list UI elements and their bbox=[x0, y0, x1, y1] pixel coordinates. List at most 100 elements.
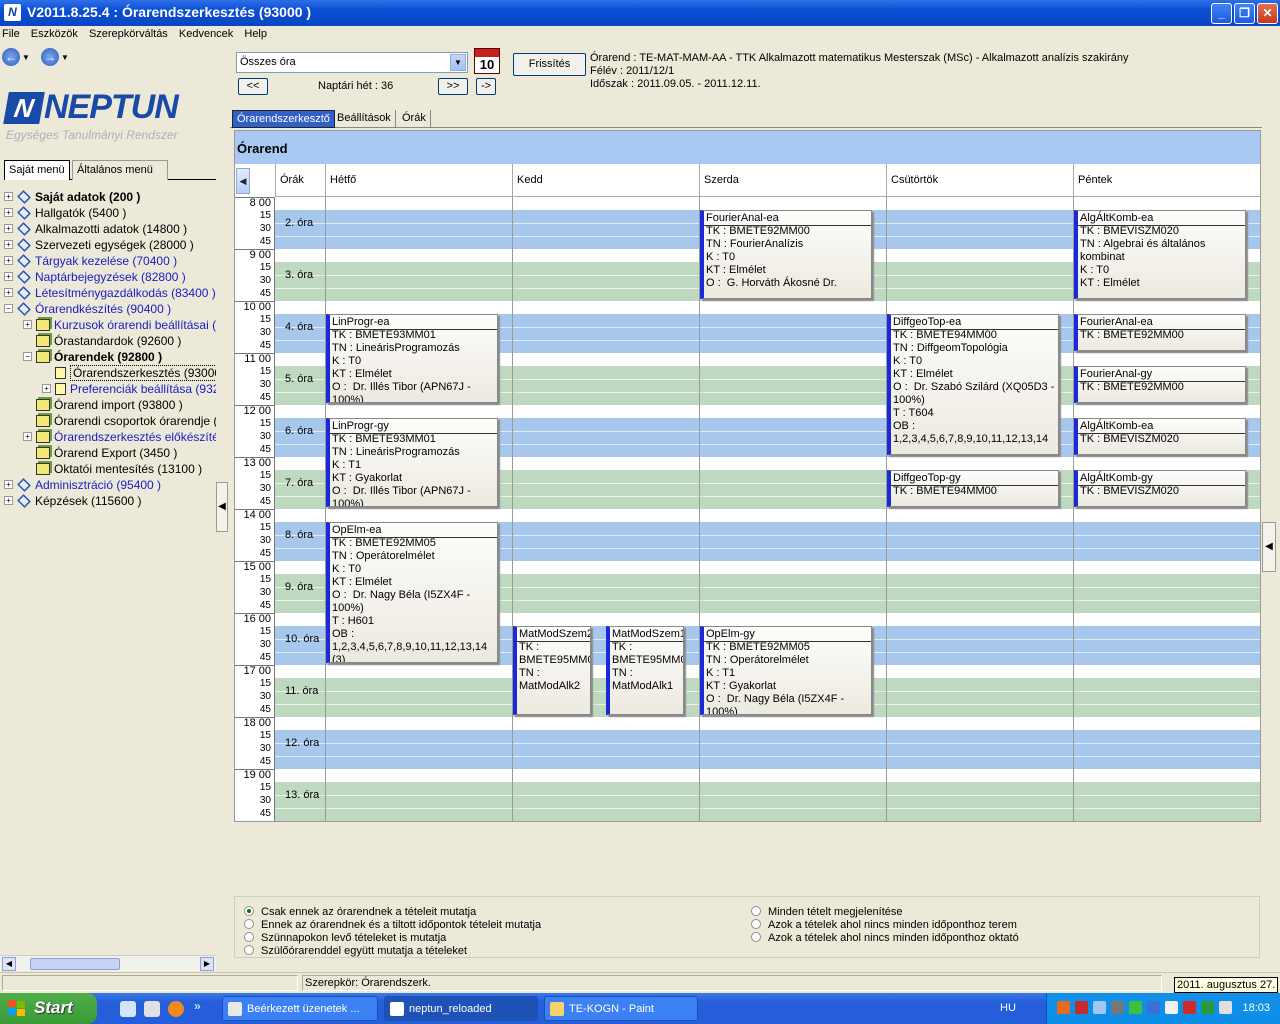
tab-sajat-menu[interactable]: Saját menü bbox=[4, 160, 70, 180]
timetable-event[interactable]: DiffgeoTop-ea TK : BMETE94MM00 TN : Diffge… bbox=[887, 314, 1059, 455]
timetable-event[interactable]: FourierAnal-ea TK : BMETE92MM00 bbox=[1074, 314, 1246, 351]
tree-item[interactable]: Órastandardok (92600 ) bbox=[23, 332, 181, 348]
back-arrow-icon[interactable]: ← bbox=[2, 48, 20, 66]
expand-icon[interactable]: + bbox=[4, 256, 13, 266]
tray-printer-icon[interactable] bbox=[1219, 1001, 1232, 1014]
timetable-event[interactable]: OpElm-gy TK : BMETE92MM05 TN : Operátorelm… bbox=[700, 626, 872, 715]
period-band[interactable] bbox=[275, 730, 1260, 769]
menu-szerepkorvaltas[interactable]: Szerepkörváltás bbox=[87, 26, 170, 40]
collapse-icon[interactable]: − bbox=[4, 304, 13, 314]
scroll-left-icon[interactable]: ◀ bbox=[2, 957, 16, 971]
tree-item[interactable]: + Adminisztráció (95400 ) bbox=[4, 476, 161, 492]
radio-option[interactable]: Csak ennek az órarendnek a tételeit muta… bbox=[244, 906, 476, 918]
firefox-icon[interactable] bbox=[168, 1001, 184, 1017]
menu-file[interactable]: File bbox=[0, 26, 22, 40]
back-dropdown-icon[interactable]: ▼ bbox=[22, 53, 30, 62]
expand-icon[interactable]: + bbox=[4, 192, 13, 202]
timetable-event[interactable]: LinProgr-ea TK : BMETE93MM01 TN : Lineáris… bbox=[326, 314, 498, 403]
task-beerkezett[interactable]: Beérkezett üzenetek ... bbox=[222, 996, 378, 1021]
expand-icon[interactable]: + bbox=[4, 240, 13, 250]
expand-icon[interactable]: + bbox=[4, 496, 13, 506]
next-week-button[interactable]: >> bbox=[438, 78, 468, 95]
title-bar[interactable]: N V2011.8.25.4 : Órarendszerkesztés (930… bbox=[0, 0, 1280, 26]
radio-option[interactable]: Azok a tételek ahol nincs minden időpont… bbox=[751, 919, 1017, 931]
quicklaunch-search-icon[interactable] bbox=[120, 1001, 136, 1017]
radio-icon[interactable] bbox=[751, 906, 761, 917]
radio-icon[interactable] bbox=[751, 932, 761, 943]
timetable-event[interactable]: MatModSzem2TK : BMETE95MM02TN : MatModAl… bbox=[513, 626, 591, 715]
tree-item[interactable]: Órarendszerkesztés (93000 ) bbox=[42, 364, 216, 381]
task-paint[interactable]: TE-KOGN - Paint bbox=[544, 996, 698, 1021]
tray-app-icon[interactable] bbox=[1183, 1001, 1196, 1014]
tree-item[interactable]: Órarendi csoportok órarendje (65 bbox=[23, 412, 216, 428]
quicklaunch-more-icon[interactable]: » bbox=[194, 999, 201, 1013]
tree-item[interactable]: + Létesítménygazdálkodás (83400 ) bbox=[4, 284, 216, 300]
menu-eszkozok[interactable]: Eszközök bbox=[29, 26, 80, 40]
radio-option[interactable]: Szülőórarenddel együtt mutatja a tételek… bbox=[244, 945, 467, 957]
tree-item[interactable]: − Órarendek (92800 ) bbox=[23, 348, 162, 364]
expand-icon[interactable]: + bbox=[4, 224, 13, 234]
timetable-event[interactable]: LinProgr-gy TK : BMETE93MM01 TN : Lineáris… bbox=[326, 418, 498, 507]
tree-item[interactable]: + Tárgyak kezelése (70400 ) bbox=[4, 252, 177, 268]
radio-option[interactable]: Minden tételt megjelenítése bbox=[751, 906, 903, 918]
task-neptun[interactable]: neptun_reloaded bbox=[384, 996, 538, 1021]
prev-week-button[interactable]: << bbox=[238, 78, 268, 95]
radio-option[interactable]: Ennek az órarendnek és a tiltott időpont… bbox=[244, 919, 541, 931]
expand-icon[interactable]: + bbox=[4, 272, 13, 282]
timetable-event[interactable]: MatModSzem1TK : BMETE95MM01TN : MatModAl… bbox=[606, 626, 684, 715]
timetable-event[interactable]: AlgÁltKomb-ea TK : BMEVISZM020 TN : Algebr… bbox=[1074, 210, 1246, 299]
timetable-event[interactable]: FourierAnal-ea TK : BMETE92MM00 TN : Fouri… bbox=[700, 210, 872, 299]
collapse-left-panel-button[interactable]: ◀ bbox=[216, 482, 228, 532]
tab-altalanos-menu[interactable]: Általános menü bbox=[72, 160, 168, 180]
tree-item[interactable]: − Órarendkészítés (90400 ) bbox=[4, 300, 171, 316]
radio-icon[interactable] bbox=[244, 945, 254, 956]
tree-item[interactable]: + Szervezeti egységek (28000 ) bbox=[4, 236, 194, 252]
go-button[interactable]: -> bbox=[476, 78, 496, 95]
radio-option[interactable]: Szünnapokon levő tételeket is mutatja bbox=[244, 932, 446, 944]
tray-app-icon[interactable] bbox=[1111, 1001, 1124, 1014]
radio-icon[interactable] bbox=[751, 919, 761, 930]
refresh-button[interactable]: Frissítés bbox=[513, 53, 586, 76]
tree-item[interactable]: Órarend import (93800 ) bbox=[23, 396, 183, 412]
tray-app-icon[interactable] bbox=[1075, 1001, 1088, 1014]
tab-orarendszerkeszto[interactable]: Órarendszerkesztő bbox=[232, 110, 335, 128]
collapse-right-panel-button[interactable]: ◀ bbox=[1262, 522, 1276, 572]
scroll-left-icon[interactable]: ◀ bbox=[236, 168, 250, 194]
chevron-down-icon[interactable]: ▼ bbox=[450, 54, 466, 71]
tree-item[interactable]: + Képzések (115600 ) bbox=[4, 492, 142, 508]
tray-network-icon[interactable] bbox=[1093, 1001, 1106, 1014]
menu-kedvencek[interactable]: Kedvencek bbox=[177, 26, 235, 40]
expand-icon[interactable]: + bbox=[4, 288, 13, 298]
tree-item[interactable]: Oktatói mentesítés (13100 ) bbox=[23, 460, 202, 476]
forward-arrow-icon[interactable]: → bbox=[40, 48, 59, 66]
period-band[interactable] bbox=[275, 782, 1260, 821]
tray-app-icon[interactable] bbox=[1057, 1001, 1070, 1014]
quicklaunch-shield-icon[interactable] bbox=[144, 1001, 160, 1017]
tree-item[interactable]: + Preferenciák beállítása (9320 bbox=[42, 380, 216, 396]
collapse-icon[interactable]: − bbox=[23, 352, 32, 362]
expand-icon[interactable]: + bbox=[23, 320, 32, 330]
tray-security-icon[interactable] bbox=[1129, 1001, 1142, 1014]
tree-item[interactable]: + Alkalmazotti adatok (14800 ) bbox=[4, 220, 187, 236]
timetable-event[interactable]: AlgÁltKomb-gy TK : BMEVISZM020 bbox=[1074, 470, 1246, 507]
expand-icon[interactable]: + bbox=[23, 432, 32, 442]
radio-option[interactable]: Azok a tételek ahol nincs minden időpont… bbox=[751, 932, 1019, 944]
timetable-event[interactable]: DiffgeoTop-gy TK : BMETE94MM00 bbox=[887, 470, 1059, 507]
tree-horizontal-scrollbar[interactable]: ◀ ▶ bbox=[0, 955, 216, 971]
tray-app-icon[interactable] bbox=[1201, 1001, 1214, 1014]
tree-item[interactable]: + Kurzusok órarendi beállításai (90 bbox=[23, 316, 216, 332]
expand-icon[interactable]: + bbox=[42, 384, 51, 394]
expand-icon[interactable]: + bbox=[4, 208, 13, 218]
radio-icon[interactable] bbox=[244, 932, 254, 943]
tab-orak[interactable]: Órák bbox=[398, 110, 431, 128]
scroll-right-icon[interactable]: ▶ bbox=[200, 957, 214, 971]
expand-icon[interactable]: + bbox=[4, 480, 13, 490]
scroll-thumb[interactable] bbox=[30, 958, 120, 970]
tab-beallitasok[interactable]: Beállítások bbox=[333, 110, 396, 128]
radio-icon[interactable] bbox=[244, 906, 254, 917]
period-select[interactable]: Összes óra ▼ bbox=[236, 52, 468, 73]
tree-item[interactable]: Órarend Export (3450 ) bbox=[23, 444, 177, 460]
maximize-button[interactable]: ❐ bbox=[1234, 3, 1255, 24]
tree-item[interactable]: + Órarendszerkesztés előkészítése bbox=[23, 428, 216, 444]
menu-help[interactable]: Help bbox=[242, 26, 269, 40]
